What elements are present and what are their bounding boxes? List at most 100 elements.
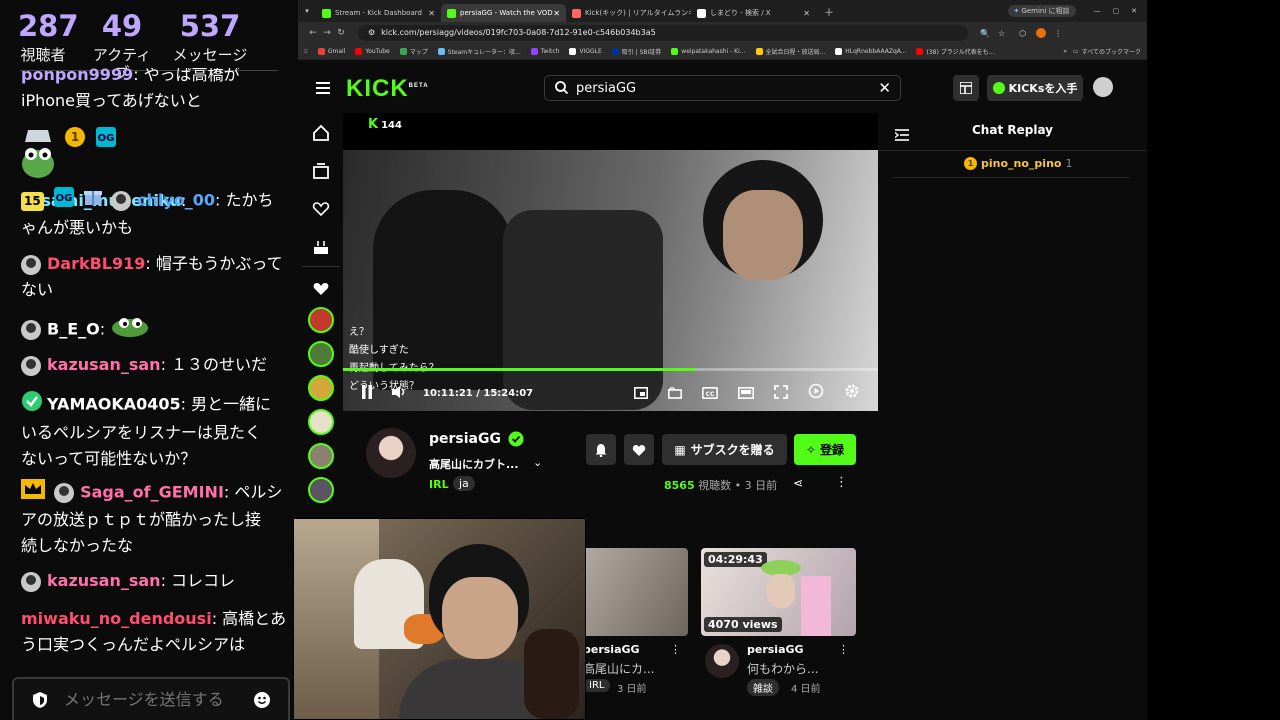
tab-kick-dashboard[interactable]: Stream - Kick Dashboard ✕ (316, 4, 441, 22)
steam-icon (437, 48, 445, 55)
more-options-icon[interactable]: ⋮ (670, 643, 681, 656)
followed-channel-avatar[interactable] (308, 341, 334, 367)
forward-icon[interactable]: → (320, 28, 334, 38)
chat-text: : (99, 319, 106, 339)
miniplayer-icon[interactable] (634, 384, 648, 403)
category-link[interactable]: IRL (429, 478, 449, 491)
all-bookmarks[interactable]: ▭ すべてのブックマーク (1073, 47, 1141, 56)
clip-icon[interactable] (668, 384, 682, 403)
search-box[interactable]: ✕ (544, 75, 901, 101)
share-icon[interactable]: ⋖ (793, 476, 803, 490)
apps-icon[interactable]: ⁝⁝ (304, 48, 308, 55)
cake-icon[interactable] (311, 237, 331, 257)
bookmark-star-icon[interactable]: ☆ (998, 29, 1005, 38)
video-category[interactable]: 雑談 (747, 679, 779, 696)
bookmark-maps[interactable]: マップ (399, 47, 428, 56)
bookmark-youtube[interactable]: YouTube (355, 48, 390, 55)
window-close-icon[interactable]: ✕ (1131, 7, 1137, 15)
bookmark-viggle[interactable]: VIGGLE (569, 48, 602, 55)
tab-x-search[interactable]: しまどり - 検索 / X ✕ (691, 4, 816, 22)
playback-speed-icon[interactable] (808, 383, 824, 403)
divider (302, 266, 340, 267)
browse-icon[interactable] (311, 161, 331, 181)
kick-logo[interactable]: KICKBETA (346, 75, 429, 103)
bookmark-x[interactable]: HLqRnebbAAAZqA... (835, 48, 906, 55)
theater-mode-icon[interactable] (738, 384, 754, 403)
chat-username: chiyo_00 (136, 190, 216, 210)
progress-bar[interactable] (343, 368, 878, 371)
bookmark-schedule[interactable]: 全試合日程・放送局... (755, 47, 825, 56)
settings-gear-icon[interactable] (844, 383, 860, 403)
chevron-down-icon[interactable]: ⌄ (533, 456, 542, 469)
bookmark-youtube-brazil[interactable]: (38) ブラジル代表をも... (916, 47, 994, 56)
chat-replay-username[interactable]: pino_no_pino (981, 157, 1061, 170)
video-title[interactable]: 何もわから... (747, 660, 818, 677)
site-info-icon[interactable]: ⚙ (368, 28, 375, 37)
more-options-icon[interactable]: ⋮ (838, 643, 849, 656)
zoom-icon[interactable]: 🔍 (980, 29, 990, 38)
followed-channel-avatar[interactable] (308, 307, 334, 333)
close-icon[interactable]: ✕ (553, 9, 560, 18)
clear-search-icon[interactable]: ✕ (878, 79, 891, 97)
close-icon[interactable]: ✕ (428, 9, 435, 18)
following-heart-icon[interactable] (311, 199, 331, 219)
pause-icon[interactable] (361, 384, 373, 403)
bookmark-twitch[interactable]: Twitch (530, 48, 559, 55)
emoji-icon[interactable] (254, 691, 270, 708)
maximize-icon[interactable]: ▢ (1113, 7, 1120, 15)
back-icon[interactable]: ← (306, 28, 320, 38)
language-tag[interactable]: ja (453, 476, 475, 491)
subscribe-button[interactable]: ✧ 登録 (794, 434, 856, 465)
bookmark-sbi[interactable]: 取引 | SBI証券 (611, 47, 661, 56)
new-tab-icon[interactable]: ＋ (824, 4, 834, 19)
home-icon[interactable] (311, 123, 331, 143)
hamburger-menu-icon[interactable] (316, 79, 330, 98)
fullscreen-icon[interactable] (774, 384, 788, 403)
tab-search-icon[interactable]: ▾ (298, 7, 316, 15)
subscribe-label: 登録 (820, 443, 845, 457)
close-icon[interactable]: ✕ (803, 9, 810, 18)
video-card[interactable]: 04:29:43 4070 views persiaGG 何もわから... ⋮ … (701, 548, 856, 696)
channel-avatar[interactable] (705, 644, 739, 678)
bookmark-gmail[interactable]: Gmail (317, 48, 345, 55)
follow-heart-button[interactable] (624, 434, 654, 465)
bookmark-kick[interactable]: weipatakahashi - Ki... (671, 48, 746, 55)
video-channel[interactable]: persiaGG (747, 643, 804, 656)
followed-channel-avatar[interactable] (308, 443, 334, 469)
all-bookmarks-label: すべてのブックマーク (1081, 49, 1141, 56)
captions-icon[interactable]: CC (702, 384, 718, 403)
video-category[interactable]: IRL (583, 679, 611, 692)
gemini-button[interactable]: ✦ Gemini に相談 (1007, 5, 1076, 17)
more-bookmarks-icon[interactable]: » (1063, 48, 1067, 55)
video-title[interactable]: 高尾山にカ... (583, 660, 654, 677)
followed-channel-avatar[interactable] (308, 477, 334, 503)
video-channel[interactable]: persiaGG (583, 643, 640, 656)
followed-channel-avatar[interactable] (308, 409, 334, 435)
tab-kick-ranking[interactable]: Kick(キック) | リアルタイムランキング✕ (566, 4, 691, 22)
reload-icon[interactable]: ↻ (334, 28, 348, 38)
minimize-icon[interactable]: — (1094, 7, 1101, 15)
chat-message: ponpon9999: やっぱ高橋が iPhone買ってあげないと (21, 68, 289, 114)
user-avatar[interactable] (1093, 77, 1113, 97)
dashboard-icon[interactable] (953, 75, 979, 101)
get-kicks-button[interactable]: KICKsを入手 (987, 75, 1083, 101)
gift-subscription-button[interactable]: ▦ サブスクを贈る (662, 434, 787, 465)
followed-channel-avatar[interactable] (308, 375, 334, 401)
search-icon (555, 79, 569, 98)
channel-avatar[interactable] (366, 428, 416, 478)
notification-bell-button[interactable] (586, 434, 616, 465)
profile-icon[interactable] (1036, 28, 1047, 38)
video-thumbnail[interactable]: 04:29:43 4070 views (701, 548, 856, 636)
bookmark-steam[interactable]: Steamキュレーター：収... (437, 47, 521, 56)
menu-dots-icon[interactable]: ⋮ (1054, 29, 1062, 38)
more-options-icon[interactable]: ⋮ (835, 475, 848, 490)
video-player[interactable]: K144 え？ 酷使しすぎた 再起動してみたら？ どういう状態？ 10:11:2… (343, 113, 878, 411)
chat-input-box[interactable] (12, 677, 290, 720)
chat-message-input[interactable] (62, 689, 242, 710)
volume-icon[interactable] (391, 384, 407, 403)
url-field[interactable]: ⚙ kick.com/persiagg/videos/019fc703-0a08-… (358, 25, 968, 41)
extensions-icon[interactable]: ⬡ (1019, 29, 1026, 38)
channel-name[interactable]: persiaGG (429, 431, 501, 447)
search-input[interactable] (574, 79, 854, 97)
tab-persiagg-vod[interactable]: persiaGG - Watch the VOD ✕ (441, 4, 566, 22)
